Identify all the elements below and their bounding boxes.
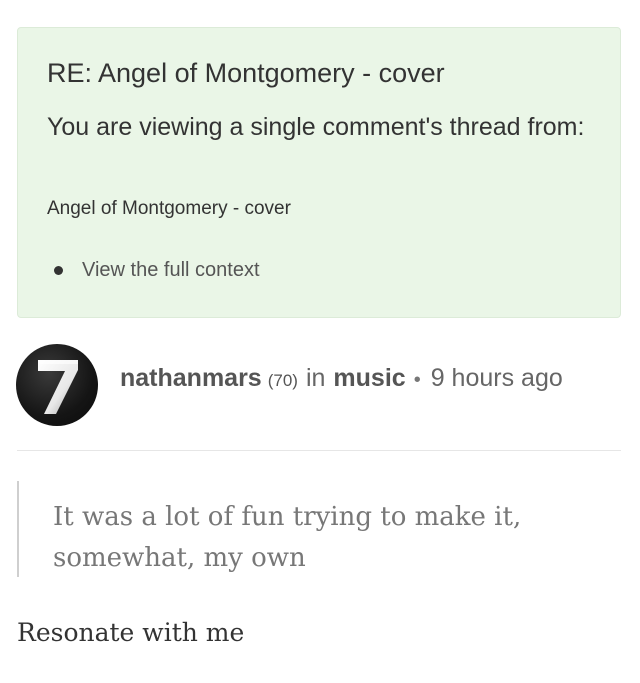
author-reputation: (70): [267, 371, 298, 390]
in-label: in: [305, 364, 326, 392]
blockquote: It was a lot of fun trying to make it, s…: [17, 481, 579, 577]
community-link[interactable]: music: [333, 364, 405, 393]
thread-notice: You are viewing a single comment's threa…: [47, 113, 585, 141]
author-name[interactable]: nathanmars: [120, 364, 262, 393]
quote-text: It was a lot of fun trying to make it, s…: [53, 502, 522, 573]
avatar[interactable]: [16, 344, 98, 426]
divider: [17, 450, 621, 451]
comment-body: Resonate with me: [17, 618, 245, 647]
view-full-context-link[interactable]: View the full context: [82, 259, 260, 282]
comment-timestamp[interactable]: 9 hours ago: [431, 364, 563, 393]
thread-context-box: RE: Angel of Montgomery - cover You are …: [17, 27, 621, 318]
seven-logo-icon: [38, 360, 78, 414]
thread-title: RE: Angel of Montgomery - cover: [47, 58, 445, 88]
parent-post-title[interactable]: Angel of Montgomery - cover: [47, 198, 291, 220]
bullet-icon: [54, 266, 63, 275]
meta-separator: •: [413, 369, 421, 391]
full-context-item[interactable]: View the full context: [54, 259, 260, 282]
comment-meta: nathanmars (70) in music • 9 hours ago: [120, 364, 563, 393]
